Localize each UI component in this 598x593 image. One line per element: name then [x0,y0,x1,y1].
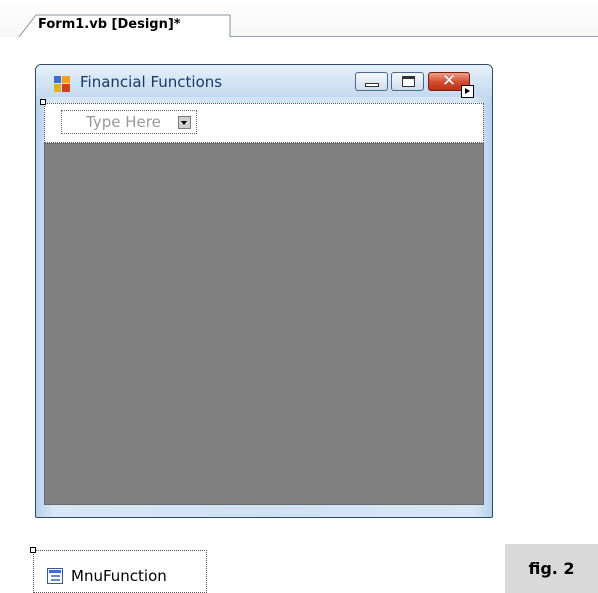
selection-handle[interactable] [40,99,46,105]
smart-tag-arrow-icon[interactable] [461,85,474,98]
figure-caption: fig. 2 [528,559,575,578]
form-title-bar[interactable]: Financial Functions ✕ [36,65,492,98]
menustrip-icon [47,568,63,584]
maximize-icon [402,76,415,87]
form-app-icon [54,76,70,92]
component-tray-item[interactable]: MnuFunction [30,547,207,593]
document-tab-strip: Form1.vb [Design]* [0,0,598,38]
minimize-button[interactable] [355,72,388,91]
menu-strip[interactable]: Type Here [40,99,484,143]
minimize-icon [365,83,379,87]
type-here-label: Type Here [86,113,161,131]
maximize-button[interactable] [391,72,424,91]
dropdown-arrow-icon[interactable] [178,116,191,129]
figure-caption-box: fig. 2 [505,544,598,593]
component-name: MnuFunction [71,567,167,585]
window-title: Financial Functions [80,73,223,91]
tab-label: Form1.vb [Design]* [38,17,181,32]
form-window[interactable]: Financial Functions ✕ Type Here [35,64,493,518]
form-client-area[interactable] [44,143,484,505]
selection-handle[interactable] [30,547,36,553]
type-here-menu-item[interactable]: Type Here [61,110,197,134]
tab-form1-design[interactable]: Form1.vb [Design]* [18,14,231,38]
